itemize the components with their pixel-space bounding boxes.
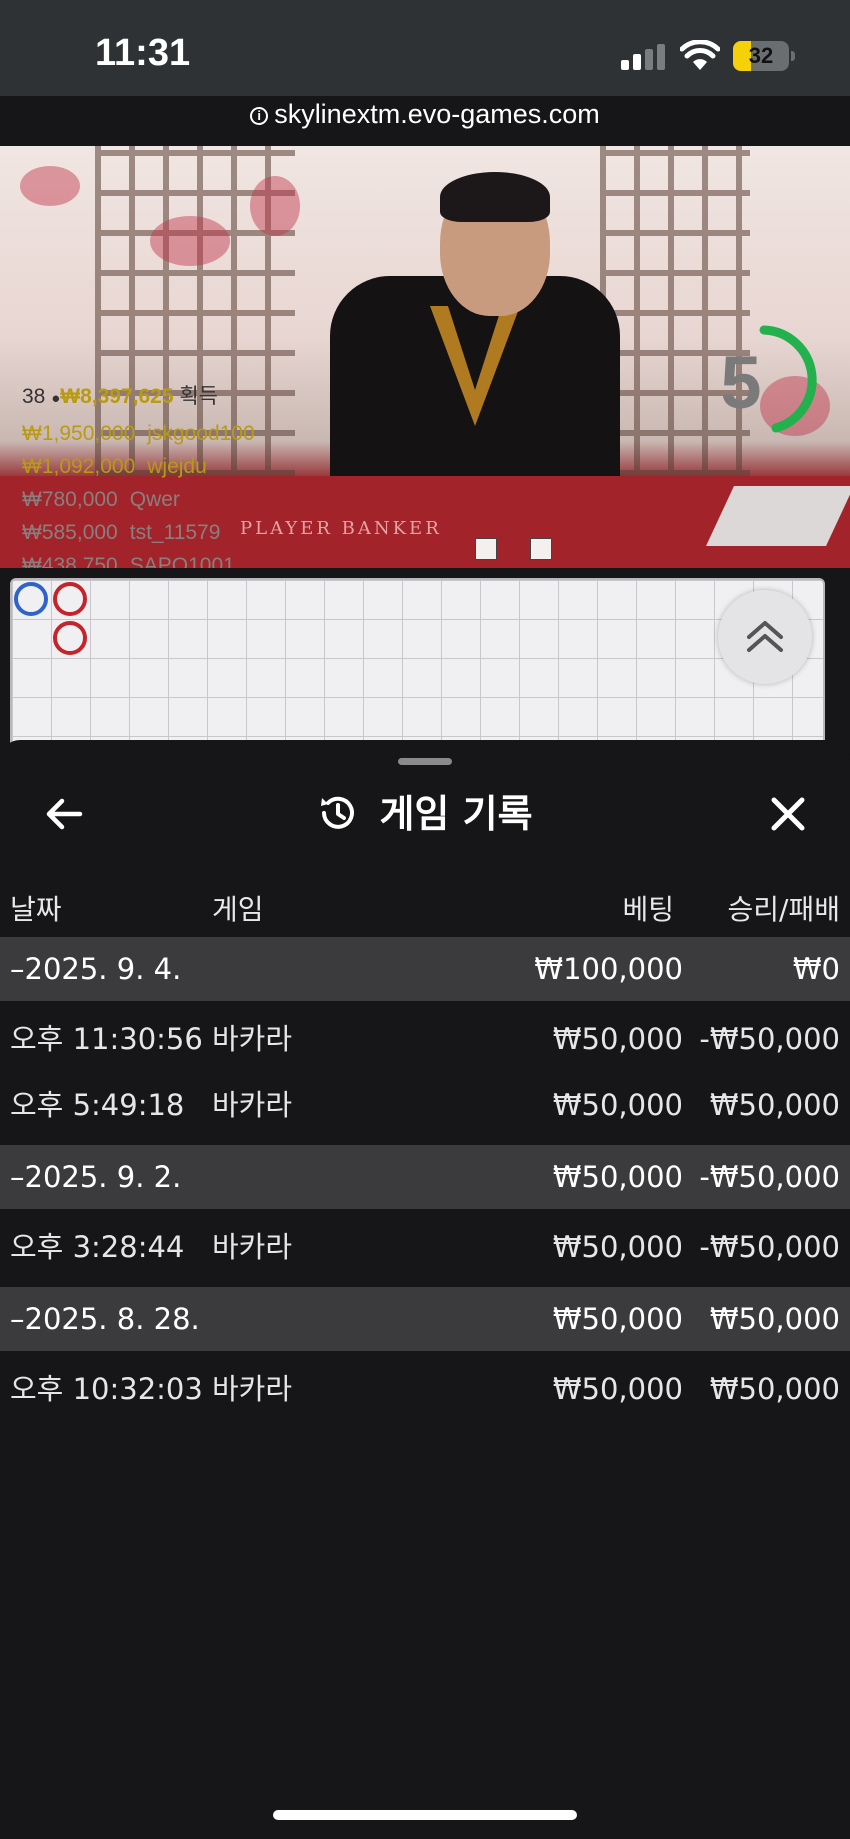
row-game: 바카라: [212, 1022, 293, 1056]
winner-name: SAPO1001: [129, 554, 235, 568]
total-winnings: ₩8,397,625: [60, 385, 174, 408]
winner-amount: ₩1,950,000: [22, 422, 136, 445]
group-date: –2025. 9. 4.: [10, 952, 182, 986]
expand-roadmap-button[interactable]: [718, 590, 812, 684]
winner-row: ₩780,000 Qwer: [22, 483, 255, 516]
row-bet: ₩50,000: [552, 1088, 683, 1122]
row-time: 오후 3:28:44: [10, 1230, 185, 1264]
url-text: skylinextm.evo-games.com: [274, 99, 600, 129]
winner-amount: ₩585,000: [22, 521, 118, 544]
history-row[interactable]: 오후 5:49:18 바카라 ₩50,000 ₩50,000: [0, 1073, 850, 1137]
group-result-total: ₩0: [792, 952, 840, 986]
row-time: 오후 11:30:56: [10, 1022, 203, 1056]
countdown-number: 5: [720, 341, 762, 424]
sheet-title: 게임 기록: [0, 782, 850, 846]
row-time: 오후 5:49:18: [10, 1088, 185, 1122]
row-game: 바카라: [212, 1372, 293, 1406]
winners-list: 38 ●₩8,397,625 획득 ₩1,950,000 jskgood100 ₩1…: [22, 380, 255, 568]
group-bet-total: ₩50,000: [552, 1160, 683, 1194]
column-header-bet: 베팅: [622, 893, 674, 926]
cellular-signal-icon: [621, 44, 665, 70]
group-bet-total: ₩50,000: [552, 1302, 683, 1336]
winner-row: ₩1,950,000 jskgood100: [22, 417, 255, 450]
date-group-row[interactable]: –2025. 9. 4. ₩100,000 ₩0: [0, 937, 850, 1001]
winner-row: ₩1,092,000 wjejdu: [22, 450, 255, 483]
winner-amount: ₩780,000: [22, 488, 118, 511]
row-result: ₩50,000: [709, 1372, 840, 1406]
home-indicator[interactable]: [273, 1810, 577, 1820]
info-icon[interactable]: i: [250, 107, 269, 125]
winnings-suffix: 획득: [179, 385, 218, 408]
close-icon[interactable]: [764, 790, 812, 838]
live-video[interactable]: PLAYER BANKER 5 38 ●₩8,397,625 획득 ₩1,950…: [0, 146, 850, 568]
column-header-game: 게임: [212, 893, 264, 926]
row-result: ₩50,000: [709, 1088, 840, 1122]
history-row[interactable]: 오후 11:30:56 바카라 ₩50,000 -₩50,000: [0, 1007, 850, 1071]
game-history-sheet: 게임 기록 날짜 게임 베팅 승리/패배 –2025. 9. 4. ₩100,00…: [0, 740, 850, 1839]
winner-name: jskgood100: [147, 422, 255, 445]
status-bar: 11:31 32 i skylinextm.evo-games.com: [0, 0, 850, 129]
sheet-drag-handle[interactable]: [398, 758, 452, 765]
roadmap-banker-mark: [53, 621, 87, 655]
roadmap-grid: [10, 578, 825, 760]
history-icon: [321, 796, 355, 829]
roadmap-player-mark: [14, 582, 48, 616]
status-time: 11:31: [95, 32, 191, 74]
group-result-total: -₩50,000: [699, 1160, 840, 1194]
date-group-row[interactable]: –2025. 9. 2. ₩50,000 -₩50,000: [0, 1145, 850, 1209]
history-row[interactable]: 오후 10:32:03 바카라 ₩50,000 ₩50,000: [0, 1357, 850, 1421]
table-label: PLAYER BANKER: [240, 518, 442, 539]
column-header-date: 날짜: [10, 893, 62, 926]
winner-name: Qwer: [129, 488, 180, 511]
sheet-title-text: 게임 기록: [379, 792, 533, 836]
row-bet: ₩50,000: [552, 1022, 683, 1056]
winner-name: wjejdu: [147, 455, 207, 478]
winner-row: ₩438,750 SAPO1001: [22, 549, 255, 568]
battery-icon: 32: [733, 41, 789, 71]
battery-level: 32: [748, 43, 774, 68]
row-time: 오후 10:32:03: [10, 1372, 203, 1406]
row-result: -₩50,000: [699, 1230, 840, 1264]
row-bet: ₩50,000: [552, 1372, 683, 1406]
card: [475, 538, 497, 560]
roadmap-banker-mark: [53, 582, 87, 616]
group-result-total: ₩50,000: [709, 1302, 840, 1336]
winner-amount: ₩1,092,000: [22, 455, 136, 478]
row-result: -₩50,000: [699, 1022, 840, 1056]
row-game: 바카라: [212, 1230, 293, 1264]
row-game: 바카라: [212, 1088, 293, 1122]
history-row[interactable]: 오후 3:28:44 바카라 ₩50,000 -₩50,000: [0, 1215, 850, 1279]
chevron-double-up-icon: [747, 621, 783, 652]
winner-row: ₩585,000 tst_11579: [22, 516, 255, 549]
wifi-icon: [680, 40, 720, 70]
address-bar[interactable]: i skylinextm.evo-games.com: [0, 99, 850, 130]
card: [530, 538, 552, 560]
user-icon: ●: [51, 390, 61, 407]
winners-summary: 38 ●₩8,397,625 획득: [22, 380, 255, 410]
date-group-row[interactable]: –2025. 8. 28. ₩50,000 ₩50,000: [0, 1287, 850, 1351]
group-date: –2025. 8. 28.: [10, 1302, 200, 1336]
winner-name: tst_11579: [129, 521, 221, 544]
row-bet: ₩50,000: [552, 1230, 683, 1264]
player-count: 38: [22, 385, 46, 408]
winner-amount: ₩438,750: [22, 554, 118, 568]
battery-tip: [791, 51, 795, 61]
column-header-result: 승리/패배: [727, 893, 840, 926]
group-bet-total: ₩100,000: [534, 952, 683, 986]
group-date: –2025. 9. 2.: [10, 1160, 182, 1194]
